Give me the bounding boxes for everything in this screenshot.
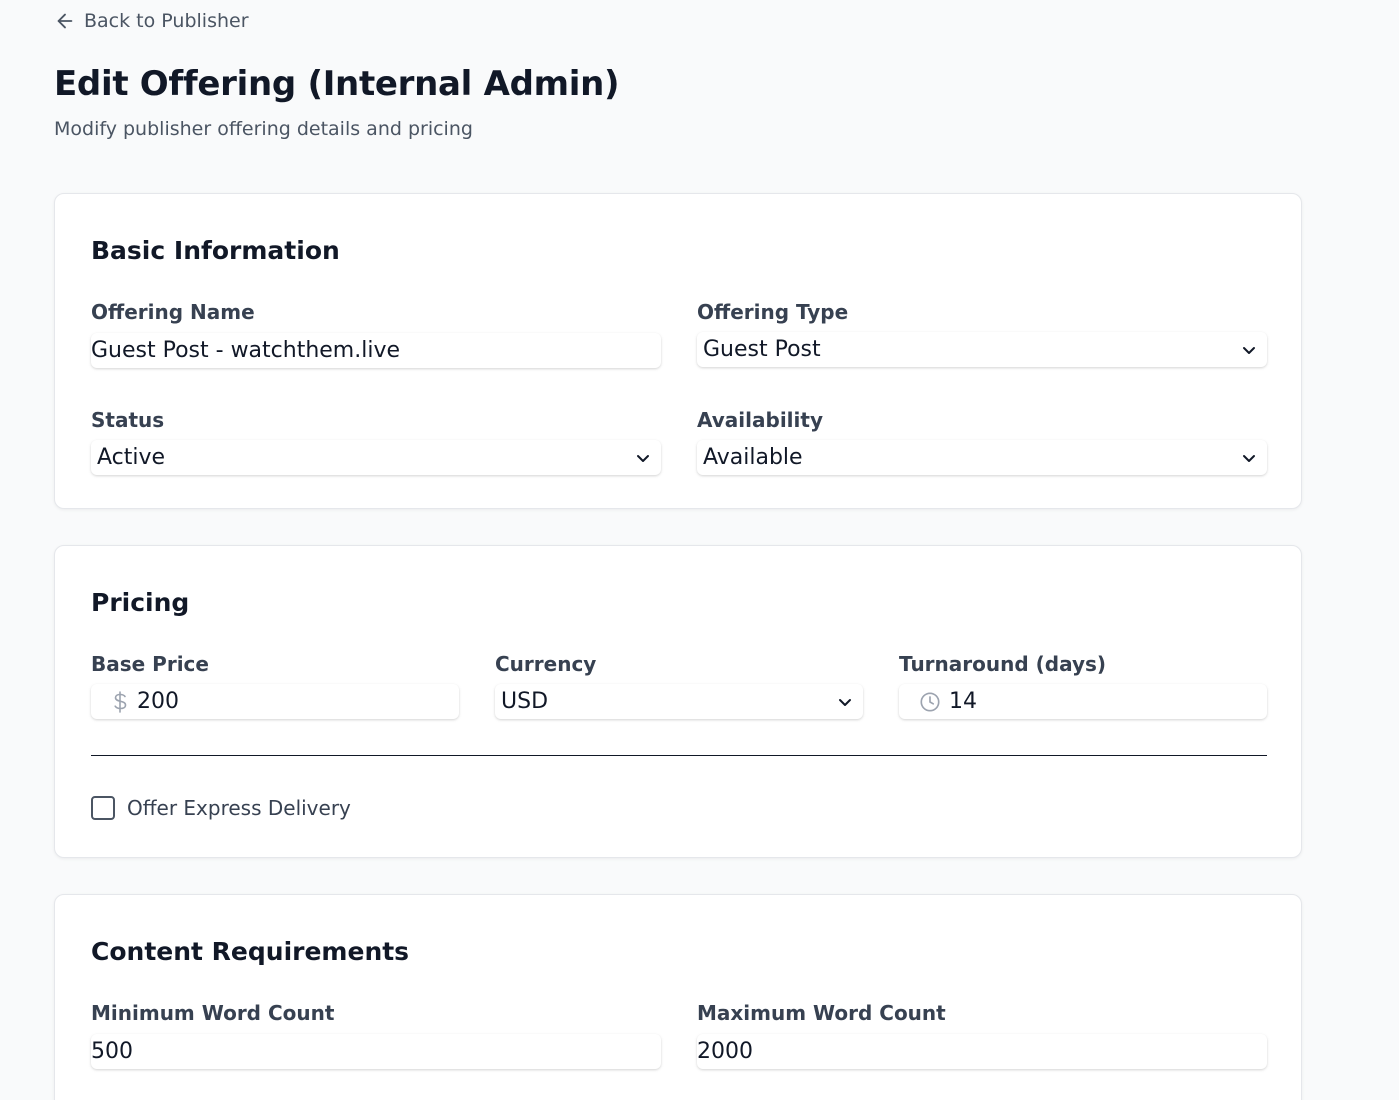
page-subtitle: Modify publisher offering details and pr… [54, 118, 473, 140]
back-to-publisher-link[interactable]: Back to Publisher [54, 10, 249, 32]
currency-select[interactable]: USD [495, 684, 863, 719]
currency-label: Currency [495, 652, 597, 676]
back-link-label: Back to Publisher [84, 10, 249, 32]
page-title: Edit Offering (Internal Admin) [54, 64, 620, 104]
arrow-left-icon [57, 13, 73, 29]
max-word-count-value: 2000 [697, 1039, 753, 1064]
status-value: Active [97, 445, 166, 470]
offering-name-input[interactable]: Guest Post - watchthem.live [91, 333, 661, 368]
min-word-count-value: 500 [91, 1039, 133, 1064]
offering-name-label: Offering Name [91, 300, 255, 324]
availability-label: Availability [697, 408, 823, 432]
clock-icon [919, 691, 941, 713]
base-price-label: Base Price [91, 652, 209, 676]
content-requirements-card: Content Requirements Minimum Word Count … [54, 894, 1302, 1100]
express-delivery-label: Offer Express Delivery [127, 796, 351, 820]
offering-type-label: Offering Type [697, 300, 849, 324]
currency-value: USD [501, 689, 549, 714]
chevron-down-icon [1243, 454, 1255, 462]
express-delivery-option[interactable]: Offer Express Delivery [91, 796, 351, 820]
pricing-card: Pricing Base Price 200 Currency USD Turn… [54, 545, 1302, 858]
dollar-icon [111, 690, 129, 714]
availability-value: Available [703, 445, 803, 470]
base-price-input[interactable]: 200 [91, 684, 459, 719]
offering-name-value: Guest Post - watchthem.live [91, 338, 401, 363]
max-word-count-input[interactable]: 2000 [697, 1034, 1267, 1069]
chevron-down-icon [839, 698, 851, 706]
turnaround-value: 14 [949, 689, 977, 714]
status-select[interactable]: Active [91, 440, 661, 475]
content-requirements-title: Content Requirements [91, 937, 410, 966]
express-delivery-checkbox[interactable] [91, 796, 115, 820]
basic-information-title: Basic Information [91, 236, 340, 265]
chevron-down-icon [637, 454, 649, 462]
min-word-count-label: Minimum Word Count [91, 1001, 335, 1025]
basic-information-card: Basic Information Offering Name Guest Po… [54, 193, 1302, 509]
pricing-title: Pricing [91, 588, 190, 617]
chevron-down-icon [1243, 346, 1255, 354]
turnaround-input[interactable]: 14 [899, 684, 1267, 719]
offering-type-select[interactable]: Guest Post [697, 332, 1267, 367]
pricing-divider [91, 755, 1267, 756]
max-word-count-label: Maximum Word Count [697, 1001, 946, 1025]
availability-select[interactable]: Available [697, 440, 1267, 475]
offering-type-value: Guest Post [703, 337, 821, 362]
base-price-value: 200 [137, 689, 179, 714]
status-label: Status [91, 408, 165, 432]
turnaround-label: Turnaround (days) [899, 652, 1107, 676]
min-word-count-input[interactable]: 500 [91, 1034, 661, 1069]
